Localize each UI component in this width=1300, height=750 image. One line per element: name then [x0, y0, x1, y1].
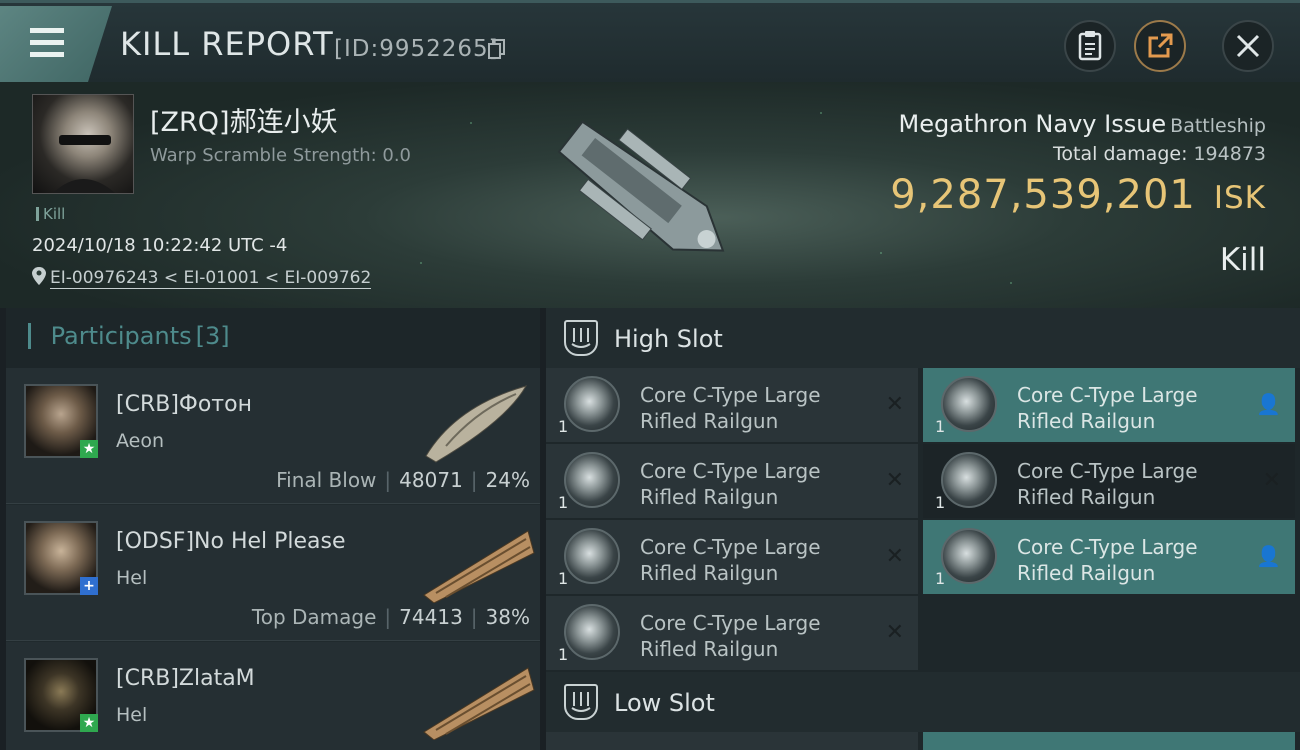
module-slot[interactable]: 1 Core C-Type Large Rifled Railgun ✕: [546, 520, 918, 594]
module-name: Core C-Type Large Rifled Railgun: [640, 611, 821, 661]
module-slot[interactable]: [923, 732, 1295, 750]
share-button[interactable]: [1134, 20, 1186, 72]
module-slot[interactable]: 1 Core C-Type Large Rifled Railgun ✕: [923, 444, 1295, 518]
victim-ship-name[interactable]: Megathron Navy Issue Battleship: [899, 110, 1266, 138]
victim-panel: [ZRQ]郝连小妖 Warp Scramble Strength: 0.0 Ki…: [0, 82, 1300, 308]
kill-result: Kill: [1219, 242, 1266, 278]
participant-name: [CRB]Фотон: [116, 392, 252, 417]
participant-stats: Top Damage | 74413 | 38%: [251, 605, 530, 629]
participant-avatar: ★: [24, 384, 98, 458]
destroyed-x-icon: ✕: [885, 468, 904, 493]
participant-ship-image: [425, 385, 528, 463]
participant-ship: Hel: [116, 704, 148, 726]
railgun-icon: [564, 604, 620, 660]
module-slot[interactable]: [546, 732, 918, 750]
railgun-icon: [564, 528, 620, 584]
close-icon: [1236, 34, 1260, 58]
low-slot-header: Low Slot: [546, 672, 1300, 732]
module-name: Core C-Type Large Rifled Railgun: [640, 535, 821, 585]
railgun-icon: [564, 452, 620, 508]
victim-ship-image[interactable]: [530, 96, 760, 296]
destroyed-x-icon: ✕: [885, 620, 904, 645]
railgun-icon: [564, 376, 620, 432]
isk-value: 9,287,539,201 ISK: [890, 172, 1266, 218]
kill-datetime: 2024/10/18 10:22:42 UTC -4: [32, 235, 288, 256]
railgun-icon: [941, 452, 997, 508]
destroyed-x-icon: ✕: [1262, 468, 1281, 493]
participant-row[interactable]: + [ODSF]No Hel Please Hel Top Damage | 744…: [6, 505, 540, 641]
fitting-panel: High Slot 1 Core C-Type Large Rifled Rail…: [546, 308, 1300, 750]
module-quantity: 1: [558, 417, 569, 436]
destroyed-x-icon: ✕: [885, 392, 904, 417]
location-link[interactable]: EI-00976243 < EI-01001 < EI-009762: [50, 268, 372, 289]
location-pin-icon: [32, 267, 46, 285]
module-quantity: 1: [558, 645, 569, 664]
plus-badge-icon: +: [80, 577, 98, 595]
participant-ship-image: [423, 530, 535, 603]
victim-name[interactable]: [ZRQ]郝连小妖: [150, 100, 338, 139]
module-quantity: 1: [935, 417, 946, 436]
kill-location[interactable]: EI-00976243 < EI-01001 < EI-009762: [32, 267, 372, 289]
dropped-person-icon: 👤: [1256, 544, 1281, 568]
low-slot-icon: [564, 684, 598, 720]
railgun-icon: [941, 376, 997, 432]
participant-ship: Aeon: [116, 430, 165, 452]
participant-name: [ODSF]No Hel Please: [116, 529, 346, 554]
module-slot[interactable]: 1 Core C-Type Large Rifled Railgun ✕: [546, 444, 918, 518]
module-quantity: 1: [935, 569, 946, 588]
participants-panel: Participants [3] ★ [CRB]Фотон Aeon Final …: [6, 308, 540, 750]
module-slot[interactable]: 1 Core C-Type Large Rifled Railgun ✕: [546, 368, 918, 442]
share-icon: [1148, 33, 1173, 58]
participant-ship-image: [423, 667, 535, 740]
participant-row[interactable]: ★ [CRB]Фотон Aeon Final Blow | 48071 | 24%: [6, 368, 540, 504]
module-slot[interactable]: 1 Core C-Type Large Rifled Railgun 👤: [923, 368, 1295, 442]
module-name: Core C-Type Large Rifled Railgun: [640, 383, 821, 433]
low-slot-title: Low Slot: [614, 689, 715, 717]
menu-button[interactable]: [0, 6, 112, 84]
participant-name: [CRB]ZlataM: [116, 666, 255, 691]
participants-header: Participants [3]: [6, 308, 540, 368]
star-badge-icon: ★: [80, 714, 98, 732]
module-name: Core C-Type Large Rifled Railgun: [1017, 383, 1198, 433]
participant-avatar: +: [24, 521, 98, 595]
module-name: Core C-Type Large Rifled Railgun: [1017, 535, 1198, 585]
clipboard-button[interactable]: [1064, 20, 1116, 72]
kill-tag: Kill: [36, 205, 65, 223]
copy-icon[interactable]: [488, 39, 506, 60]
high-slot-icon: [564, 320, 598, 356]
page-title: KILL REPORT: [120, 25, 334, 63]
dropped-person-icon: 👤: [1256, 392, 1281, 416]
high-slot-header: High Slot: [546, 308, 1300, 368]
module-slot[interactable]: 1 Core C-Type Large Rifled Railgun ✕: [546, 596, 918, 670]
railgun-icon: [941, 528, 997, 584]
participant-ship: Hel: [116, 567, 148, 589]
module-quantity: 1: [935, 493, 946, 512]
participant-avatar: ★: [24, 658, 98, 732]
close-button[interactable]: [1222, 20, 1274, 72]
high-slot-title: High Slot: [614, 325, 723, 353]
module-quantity: 1: [558, 569, 569, 588]
total-damage: Total damage: 194873: [1053, 143, 1266, 165]
top-bar: KILL REPORT [ID:9952265]: [0, 0, 1300, 84]
report-id: [ID:9952265]: [334, 36, 499, 62]
destroyed-x-icon: ✕: [885, 544, 904, 569]
star-badge-icon: ★: [80, 440, 98, 458]
module-name: Core C-Type Large Rifled Railgun: [640, 459, 821, 509]
module-quantity: 1: [558, 493, 569, 512]
participant-stats: Final Blow | 48071 | 24%: [276, 468, 530, 492]
participant-row[interactable]: ★ [CRB]ZlataM Hel: [6, 642, 540, 750]
warp-scramble-strength: Warp Scramble Strength: 0.0: [150, 145, 412, 166]
module-slot[interactable]: 1 Core C-Type Large Rifled Railgun 👤: [923, 520, 1295, 594]
victim-portrait[interactable]: [32, 94, 134, 194]
clipboard-icon: [1078, 31, 1102, 61]
module-name: Core C-Type Large Rifled Railgun: [1017, 459, 1198, 509]
